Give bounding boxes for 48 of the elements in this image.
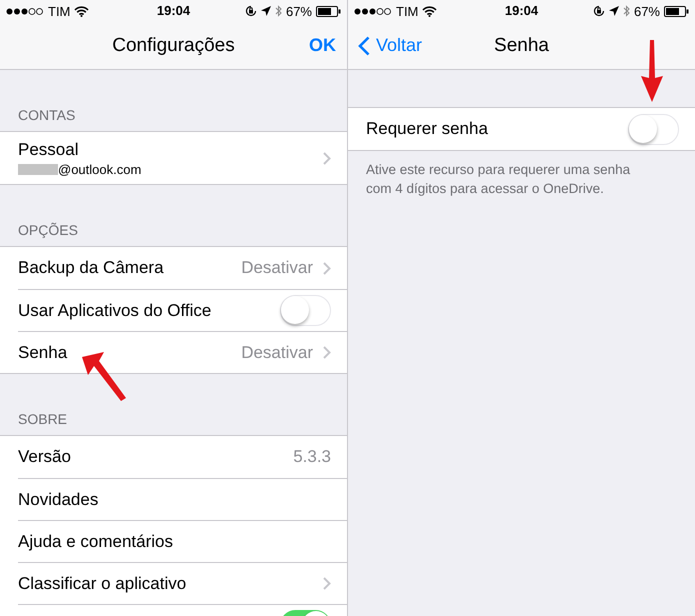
toggle-switch[interactable] <box>280 295 331 326</box>
row-value: 5.3.3 <box>293 447 331 467</box>
location-icon <box>608 6 619 16</box>
wifi-icon <box>422 6 438 16</box>
row-value: Desativar <box>241 342 313 362</box>
pointer-arrow <box>640 40 664 102</box>
carrier-name: TIM <box>48 4 70 18</box>
row-label: Senha <box>18 342 68 362</box>
section-footer: Ative este recurso para requerer uma senha com 4 dígitos para acessar o OneDrive. <box>348 151 695 207</box>
section-header: OPÇÕES <box>18 222 78 238</box>
chevron-icon <box>323 152 331 164</box>
orientation-lock-icon <box>592 5 605 17</box>
pointer-arrow <box>80 350 128 402</box>
chevron-icon <box>323 577 331 590</box>
row-label: Classificar o aplicativo <box>18 574 186 594</box>
chevron-icon <box>323 262 331 274</box>
section-header: SOBRE <box>18 411 68 427</box>
row-label: Novidades <box>18 490 98 510</box>
battery-icon <box>316 6 341 16</box>
ok-button[interactable]: OK <box>307 33 338 58</box>
signal-icon <box>354 8 392 14</box>
signal-icon <box>6 8 44 14</box>
chevron-icon <box>323 346 331 359</box>
status-time: 19:04 <box>156 3 190 18</box>
status-time: 19:04 <box>504 3 538 18</box>
row-label: Pessoal <box>18 140 80 160</box>
section-header: CONTAS <box>18 107 76 123</box>
orientation-lock-icon <box>244 5 257 17</box>
battery-icon <box>664 6 689 16</box>
row-label: Usar Aplicativos do Office <box>18 300 212 320</box>
back-chevron-icon <box>358 36 370 56</box>
row-label: Backup da Câmera <box>18 258 164 278</box>
battery-percentage: 67% <box>634 4 660 18</box>
row-label: Ajuda e comentários <box>18 532 173 552</box>
battery-percentage: 67% <box>286 4 312 18</box>
toggle-switch[interactable] <box>628 114 679 144</box>
back-button[interactable]: Voltar <box>354 33 426 58</box>
bluetooth-icon <box>274 5 282 17</box>
row-label: Requerer senha <box>366 119 488 139</box>
carrier-name: TIM <box>396 4 418 18</box>
nav-title: Senha <box>494 34 549 56</box>
account-email: @outlook.com <box>18 162 142 176</box>
wifi-icon <box>74 6 90 16</box>
row-value: Desativar <box>241 258 313 278</box>
bluetooth-icon <box>622 5 630 17</box>
location-icon <box>260 6 271 16</box>
nav-title: Configurações <box>112 34 235 56</box>
row-label: Versão <box>18 447 71 467</box>
